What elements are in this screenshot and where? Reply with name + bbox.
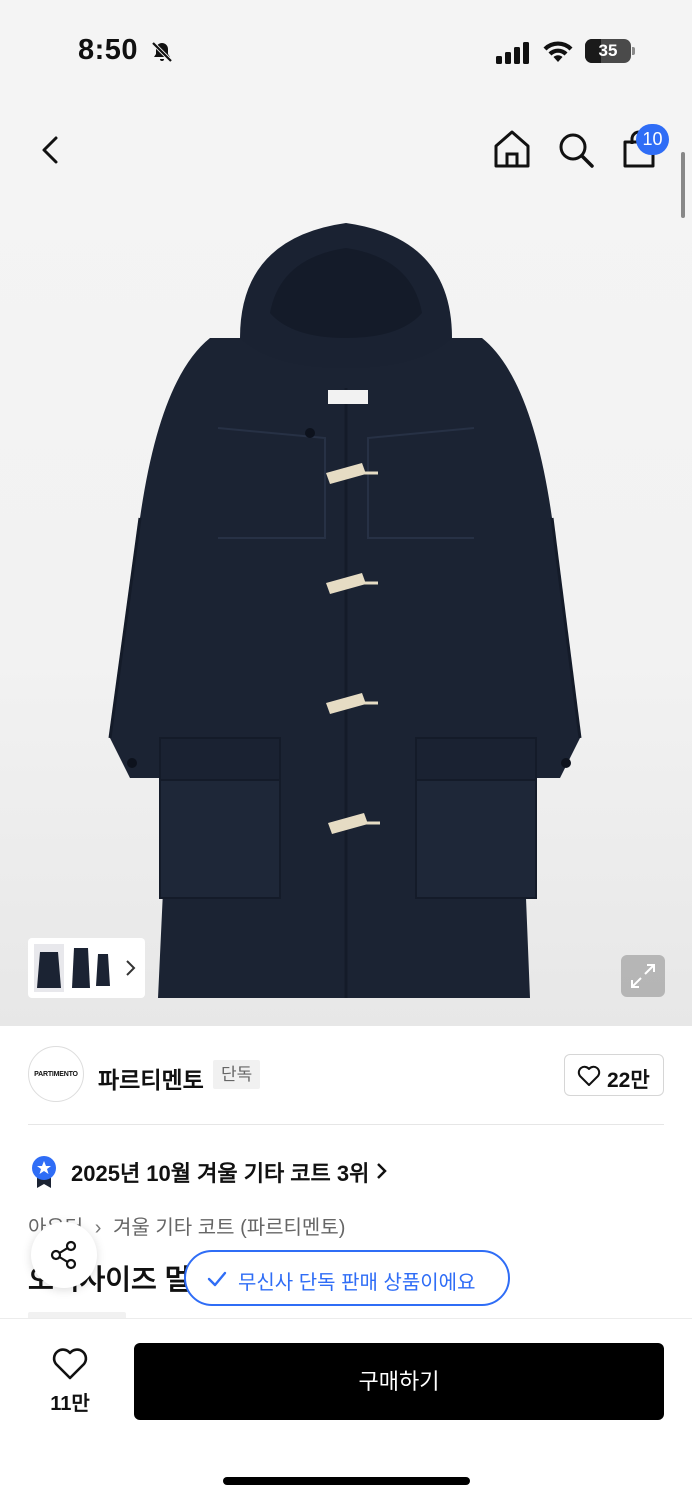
- expand-icon: [631, 964, 655, 988]
- product-image-gallery[interactable]: 10: [0, 100, 692, 1026]
- ranking-text: 2025년 10월 겨울 기타 코트 3위: [71, 1161, 370, 1186]
- heart-icon[interactable]: [52, 1347, 88, 1381]
- breadcrumb-item-subcategory[interactable]: 겨울 기타 코트 (파르티멘토): [113, 1217, 345, 1239]
- exclusive-tag: 단독: [213, 1060, 261, 1089]
- share-button[interactable]: [31, 1222, 97, 1288]
- home-icon[interactable]: [492, 128, 532, 170]
- wish-count: 11만: [50, 1393, 90, 1415]
- cellular-signal-icon: [496, 42, 529, 64]
- breadcrumb-separator-icon: ›: [94, 1217, 102, 1239]
- ranking-link[interactable]: 2025년 10월 겨울 기타 코트 3위: [30, 1152, 630, 1192]
- wifi-icon: [543, 41, 573, 62]
- chevron-right-icon: [377, 1163, 387, 1179]
- status-bar: 8:50 35: [0, 0, 692, 100]
- buy-button[interactable]: 구매하기: [134, 1343, 664, 1420]
- brand-like-button[interactable]: 22만: [564, 1054, 664, 1096]
- brand-row: PARTIMENTO 파르티멘토 단독 22만: [28, 1046, 664, 1106]
- check-icon: [207, 1271, 227, 1287]
- cart-count-badge: 10: [636, 124, 669, 155]
- rank-badge-icon: [32, 1156, 56, 1188]
- exclusive-notice-tooltip: 무신사 단독 판매 상품이에요: [184, 1250, 510, 1306]
- bottom-action-bar: 11만 구매하기: [0, 1318, 692, 1500]
- search-icon[interactable]: [556, 130, 596, 170]
- thumbnail-next-icon[interactable]: [124, 958, 138, 978]
- battery-percent: 35: [598, 41, 618, 60]
- brand-logo[interactable]: PARTIMENTO: [28, 1046, 84, 1102]
- back-icon[interactable]: [36, 130, 66, 170]
- brand-like-count: 22만: [607, 1069, 650, 1092]
- brand-name[interactable]: 파르티멘토: [98, 1061, 204, 1095]
- thumbnail-images[interactable]: [28, 938, 123, 998]
- heart-icon: [577, 1065, 601, 1086]
- expand-image-button[interactable]: [621, 955, 665, 997]
- battery-tip: [632, 47, 635, 55]
- divider: [28, 1124, 664, 1125]
- share-icon: [50, 1240, 77, 1270]
- status-time: 8:50: [78, 34, 139, 66]
- product-image: [108, 223, 582, 998]
- battery-icon: 35: [585, 39, 631, 63]
- home-indicator[interactable]: [223, 1477, 470, 1485]
- exclusive-notice-text: 무신사 단독 판매 상품이에요: [238, 1272, 476, 1294]
- bell-off-icon: [151, 41, 173, 63]
- scroll-indicator[interactable]: [681, 152, 685, 218]
